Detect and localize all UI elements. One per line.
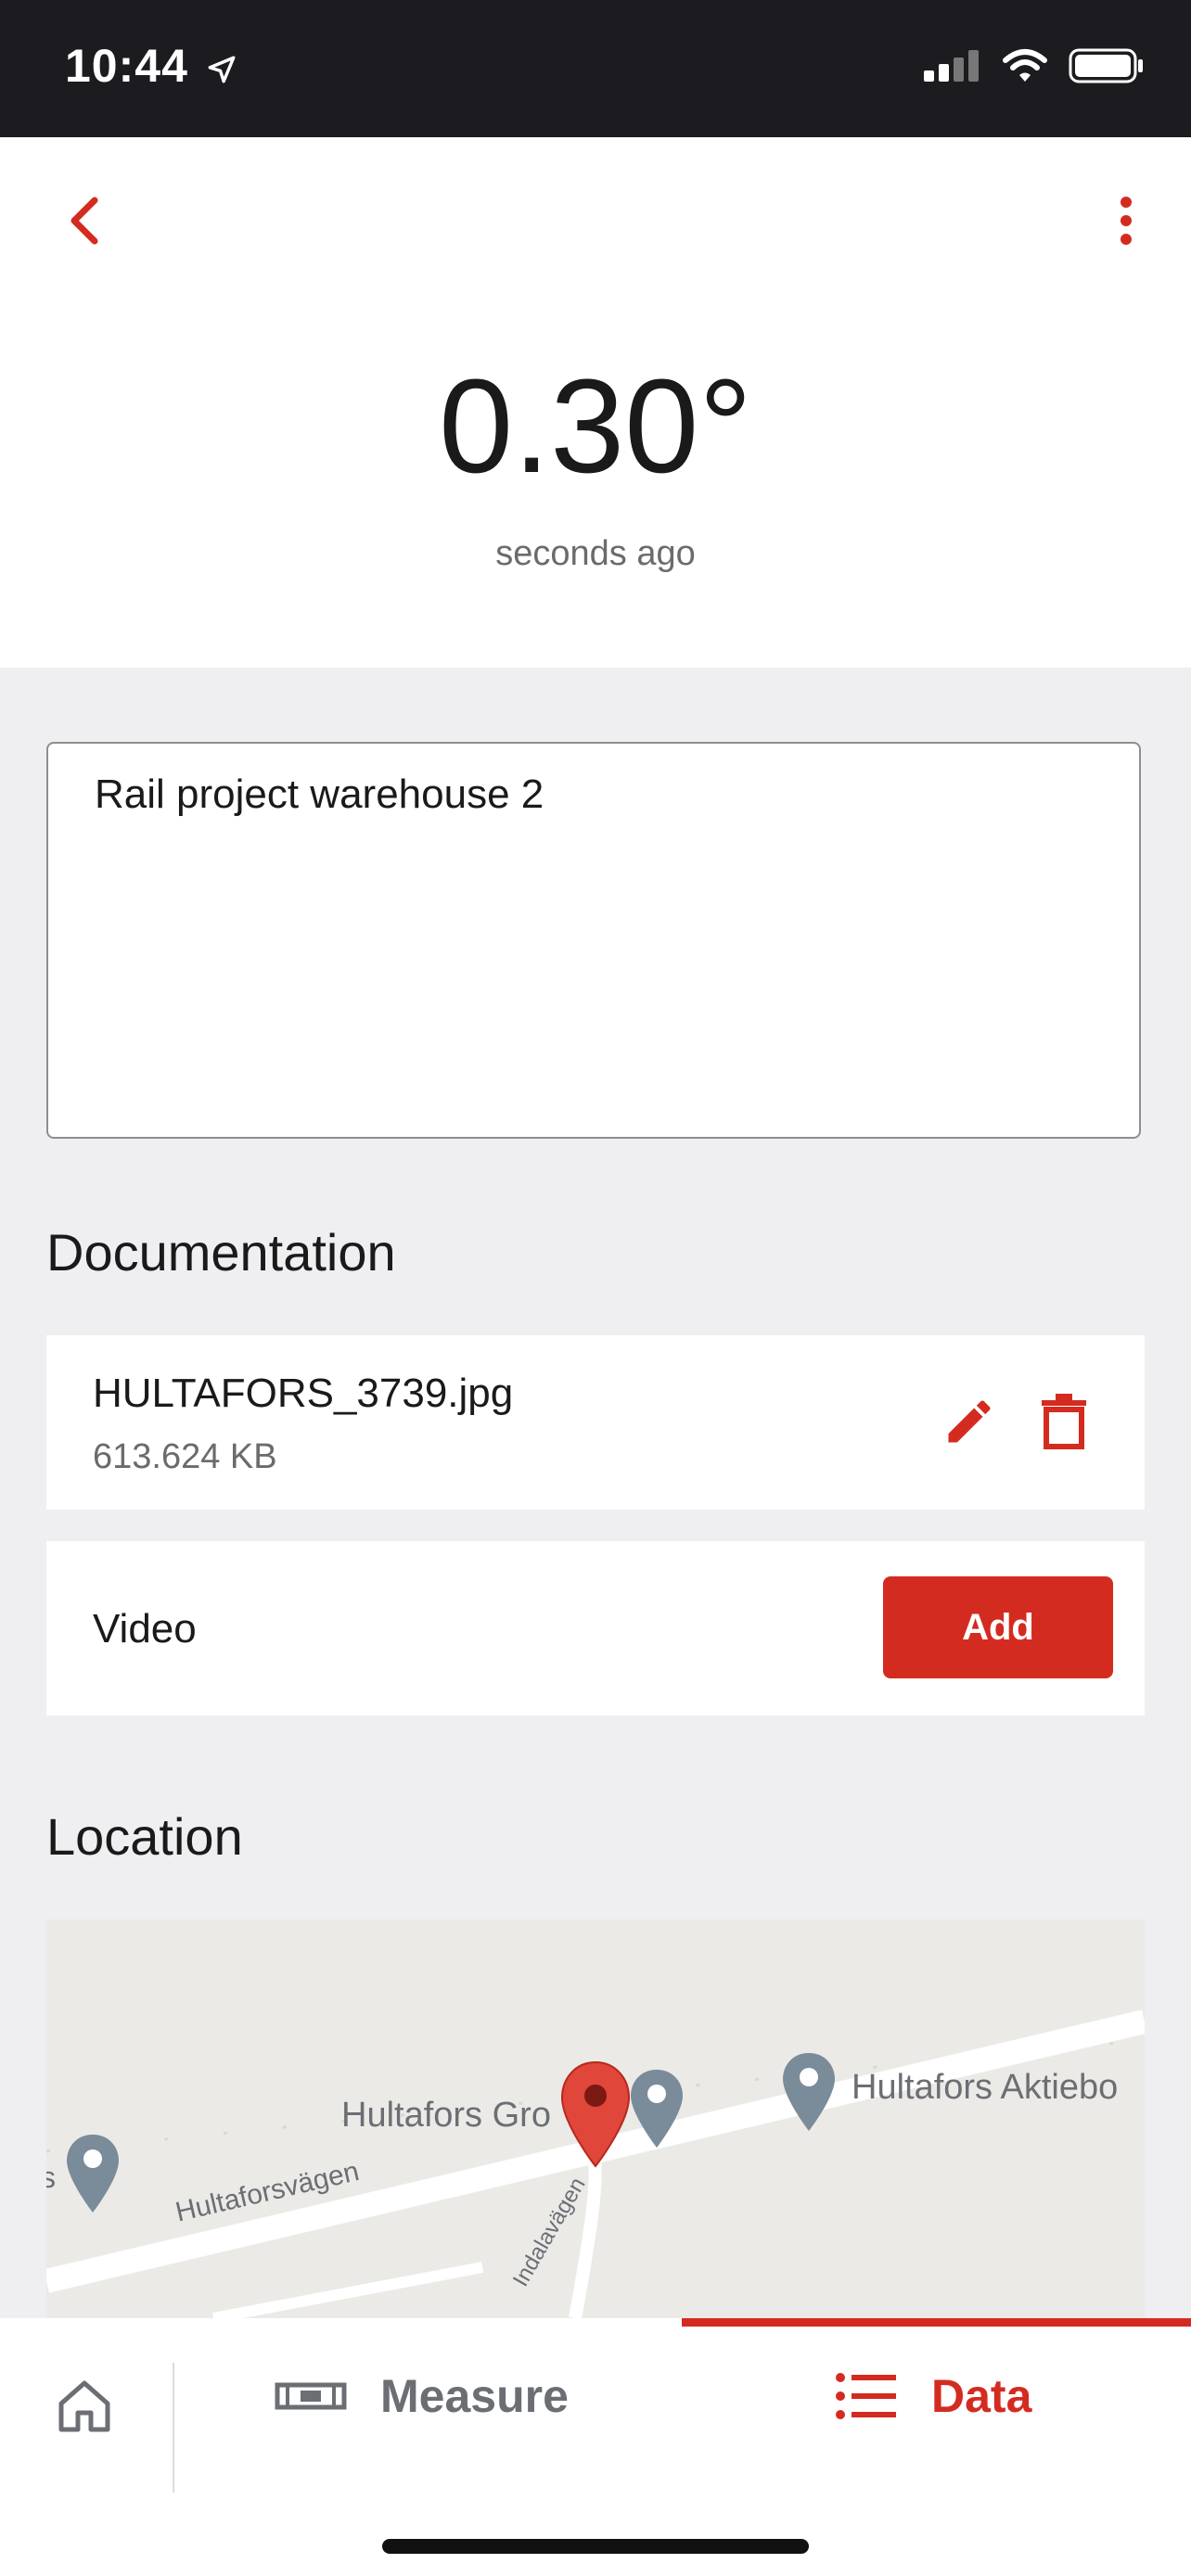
- map-pin-icon: [783, 2053, 835, 2131]
- wifi-icon: [1003, 49, 1047, 82]
- documentation-title: Documentation: [46, 1223, 396, 1282]
- status-time-text: 10:44: [65, 40, 188, 92]
- status-time: 10:44: [65, 39, 237, 93]
- tab-divider: [173, 2363, 174, 2493]
- measurement-header: 0.30° seconds ago: [0, 137, 1191, 668]
- attachment-filename: HULTAFORS_3739.jpg: [93, 1371, 514, 1416]
- measurement-timestamp: seconds ago: [495, 534, 696, 573]
- delete-button[interactable]: [1031, 1389, 1096, 1454]
- pencil-icon: [948, 1400, 991, 1443]
- more-vertical-icon: [1121, 197, 1132, 245]
- edit-button[interactable]: [937, 1389, 1002, 1454]
- location-map[interactable]: Hultafors Gro Hultafors Aktiebo Hultafor…: [46, 1919, 1145, 2318]
- list-icon: [836, 2373, 896, 2419]
- location-title: Location: [46, 1807, 243, 1866]
- tab-data[interactable]: Data: [835, 2369, 1031, 2423]
- tab-data-label: Data: [931, 2370, 1032, 2422]
- map-pin-icon: [631, 2070, 683, 2148]
- chevron-left-icon: [70, 197, 98, 245]
- measurement-value: 0.30°: [439, 351, 752, 501]
- status-bar: 10:44: [0, 0, 1191, 137]
- home-indicator: [382, 2539, 809, 2554]
- map-label-place: Hultafors Aktiebo: [852, 2068, 1119, 2107]
- attachment-filesize: 613.624 KB: [93, 1437, 277, 1476]
- bottom-tab-bar: Measure Data: [0, 2318, 1191, 2576]
- level-tool-icon: [275, 2382, 347, 2410]
- map-label-edge: s: [46, 2161, 56, 2194]
- battery-icon: [1069, 48, 1143, 83]
- active-tab-indicator: [682, 2318, 1191, 2327]
- location-arrow-icon: [208, 56, 236, 83]
- tab-home[interactable]: [54, 2376, 115, 2442]
- cellular-signal-icon: [924, 50, 979, 82]
- trash-icon: [1042, 1394, 1086, 1449]
- note-textarea[interactable]: Rail project warehouse 2: [46, 742, 1141, 1139]
- tab-measure[interactable]: Measure: [275, 2369, 569, 2423]
- tab-measure-label: Measure: [380, 2370, 569, 2422]
- attachment-card[interactable]: HULTAFORS_3739.jpg 613.624 KB: [46, 1335, 1145, 1510]
- back-button[interactable]: [56, 188, 111, 253]
- location-marker-icon: [560, 2060, 631, 2168]
- video-label: Video: [93, 1606, 197, 1651]
- more-options-button[interactable]: [1098, 188, 1154, 253]
- map-label-place: Hultafors Gro: [341, 2096, 551, 2135]
- add-video-button[interactable]: Add: [883, 1576, 1113, 1678]
- map-pin-icon: [67, 2135, 119, 2213]
- video-card: Video Add: [46, 1541, 1145, 1715]
- home-icon: [58, 2380, 110, 2432]
- note-text: Rail project warehouse 2: [95, 772, 544, 817]
- status-icons: [924, 48, 1145, 83]
